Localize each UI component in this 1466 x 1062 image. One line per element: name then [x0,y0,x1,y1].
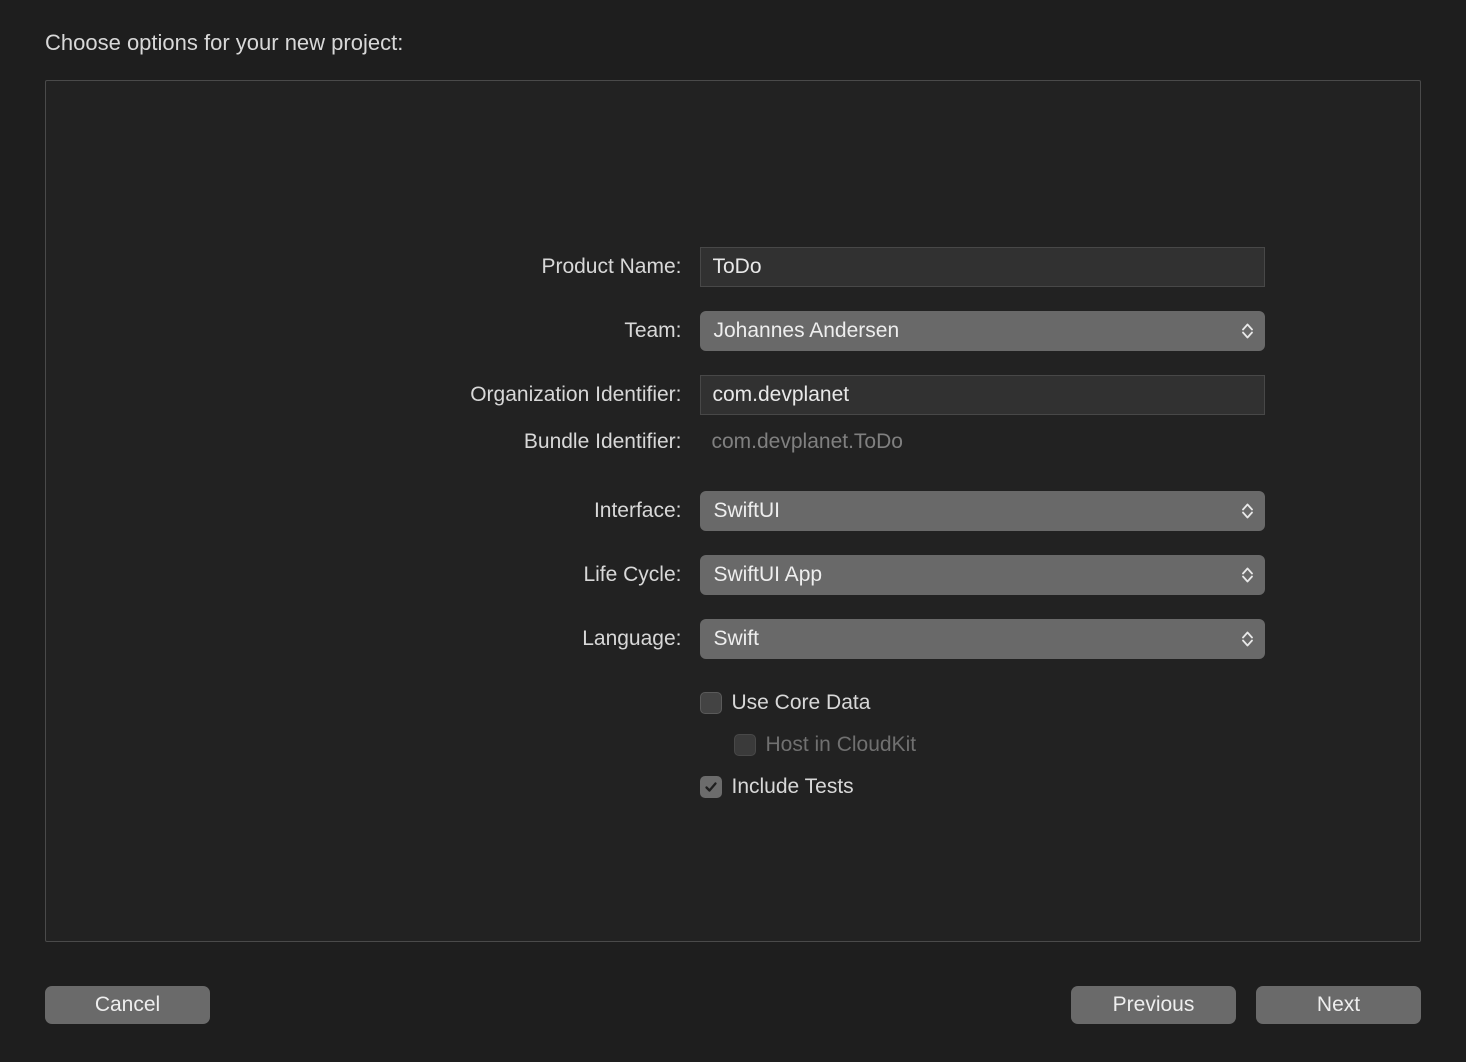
language-label: Language: [202,618,682,660]
team-popup-value: Johannes Andersen [714,319,900,343]
language-popup-value: Swift [714,627,760,651]
life-cycle-popup-value: SwiftUI App [714,563,823,587]
include-tests-checkbox[interactable] [700,776,722,798]
interface-popup[interactable]: SwiftUI [700,491,1265,531]
updown-arrows-icon [1242,324,1253,339]
updown-arrows-icon [1242,504,1253,519]
options-panel: Product Name: Team: Johannes Andersen [45,80,1421,942]
interface-label: Interface: [202,490,682,532]
checkmark-icon [704,780,718,794]
team-popup[interactable]: Johannes Andersen [700,311,1265,351]
footer: Cancel Previous Next [45,942,1421,1062]
organization-identifier-label: Organization Identifier: [202,374,682,416]
host-in-cloudkit-checkbox [734,734,756,756]
product-name-input[interactable] [700,247,1265,287]
updown-arrows-icon [1242,568,1253,583]
options-form: Product Name: Team: Johannes Andersen [202,246,1265,808]
use-core-data-checkbox[interactable] [700,692,722,714]
previous-button[interactable]: Previous [1071,986,1236,1024]
language-popup[interactable]: Swift [700,619,1265,659]
bundle-identifier-value: com.devplanet.ToDo [700,416,903,468]
bundle-identifier-label: Bundle Identifier: [202,416,682,468]
include-tests-label: Include Tests [732,775,854,799]
host-in-cloudkit-label: Host in CloudKit [766,733,917,757]
page-title: Choose options for your new project: [45,0,1421,80]
cancel-button[interactable]: Cancel [45,986,210,1024]
interface-popup-value: SwiftUI [714,499,781,523]
life-cycle-label: Life Cycle: [202,554,682,596]
product-name-label: Product Name: [202,246,682,288]
organization-identifier-input[interactable] [700,375,1265,415]
life-cycle-popup[interactable]: SwiftUI App [700,555,1265,595]
use-core-data-label: Use Core Data [732,691,871,715]
new-project-options-window: Choose options for your new project: Pro… [0,0,1466,1062]
team-label: Team: [202,310,682,352]
next-button[interactable]: Next [1256,986,1421,1024]
updown-arrows-icon [1242,632,1253,647]
